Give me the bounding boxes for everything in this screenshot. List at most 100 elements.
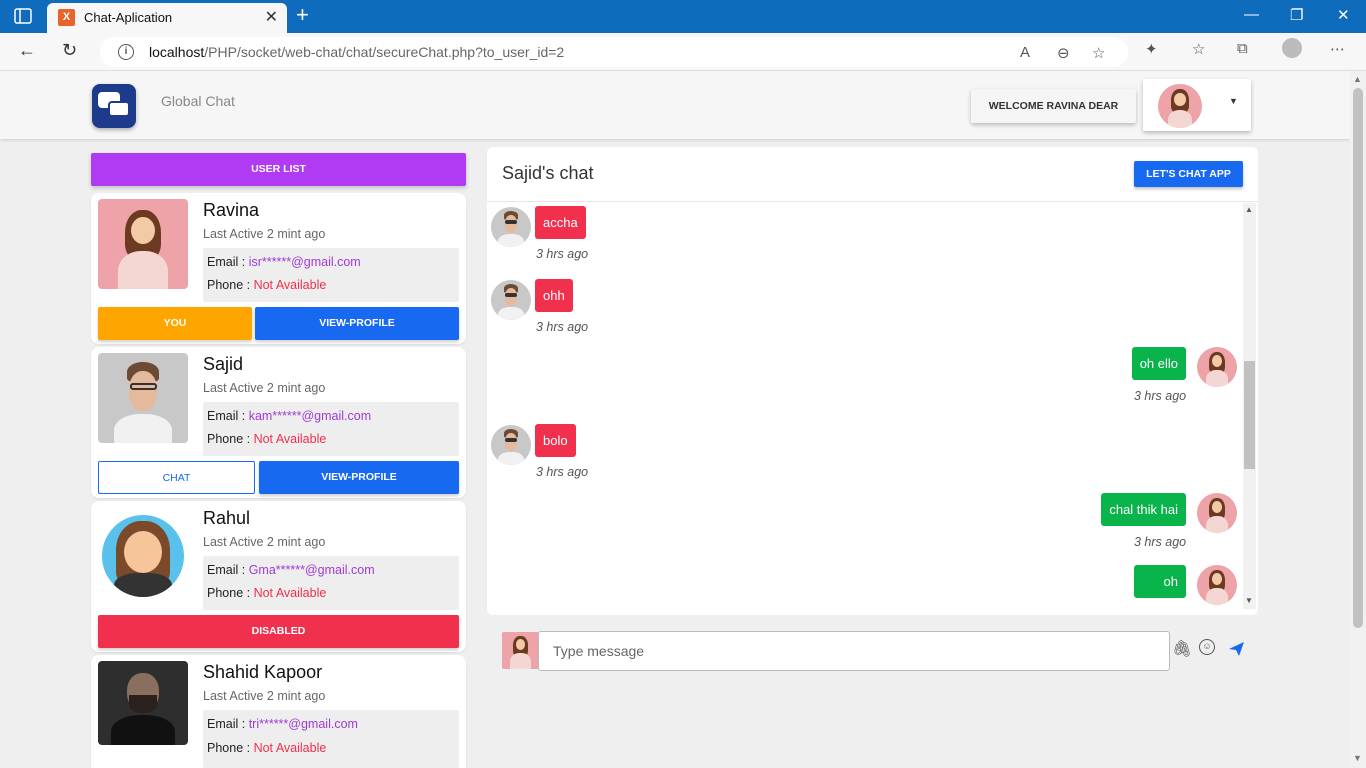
user-info-box: Email : kam******@gmail.com Phone : Not …	[203, 402, 459, 456]
user-card: Rahul Last Active 2 mint ago Email : Gma…	[91, 501, 466, 652]
user-card: Shahid Kapoor Last Active 2 mint ago Ema…	[91, 655, 466, 768]
message-time: 3 hrs ago	[536, 247, 589, 261]
avatar	[491, 280, 531, 320]
message-bubble: accha	[535, 206, 586, 239]
refresh-icon[interactable]: ↻	[62, 40, 77, 61]
view-profile-button[interactable]: VIEW-PROFILE	[255, 307, 459, 340]
scroll-down-icon[interactable]: ▼	[1245, 596, 1253, 605]
user-email: tri******@gmail.com	[248, 717, 358, 731]
chat-scrollbar[interactable]: ▲ ▼	[1243, 203, 1256, 609]
favorite-add-icon[interactable]: ☆	[1092, 44, 1105, 62]
xampp-icon: X	[58, 9, 75, 26]
message-time: 3 hrs ago	[1134, 535, 1187, 549]
email-label: Email :	[207, 563, 249, 577]
address-bar: ← ↻ i localhost/PHP/socket/web-chat/chat…	[0, 33, 1366, 71]
view-profile-button[interactable]: VIEW-PROFILE	[259, 461, 459, 494]
scroll-up-icon[interactable]: ▲	[1353, 74, 1362, 84]
browser-tabbar: X Chat-Aplication ✕ + — ❐ ✕	[0, 0, 1366, 33]
avatar	[1197, 347, 1237, 387]
user-info-box: Email : isr******@gmail.com Phone : Not …	[203, 248, 459, 302]
url-text[interactable]: localhost/PHP/socket/web-chat/chat/secur…	[149, 44, 564, 60]
lets-chat-app-button[interactable]: LET'S CHAT APP	[1134, 161, 1243, 187]
web-page: Global Chat WELCOME RAVINA DEAR ▼ USER L…	[0, 71, 1350, 768]
email-label: Email :	[207, 717, 249, 731]
message-list[interactable]: accha 3 hrs ago ohh 3 hrs ago oh ello 3 …	[487, 203, 1258, 615]
avatar	[1158, 84, 1202, 128]
favorites-icon[interactable]: ☆	[1192, 40, 1205, 58]
user-list-button[interactable]: USER LIST	[91, 153, 466, 186]
last-active: Last Active 2 mint ago	[203, 689, 326, 703]
you-button[interactable]: YOU	[98, 307, 252, 340]
profile-dropdown[interactable]: ▼	[1143, 79, 1251, 131]
message-input[interactable]	[538, 631, 1170, 671]
profile-icon[interactable]	[1282, 38, 1302, 58]
message-bubble: bolo	[535, 424, 576, 457]
chat-logo-icon[interactable]	[92, 84, 136, 128]
attach-icon[interactable]: 🖇	[1172, 639, 1192, 659]
message-time: 3 hrs ago	[1134, 389, 1187, 403]
phone-label: Phone :	[207, 432, 254, 446]
message-bubble: ohh	[535, 279, 573, 312]
back-icon[interactable]: ←	[18, 40, 36, 61]
collections-icon[interactable]: ⧉	[1237, 40, 1248, 57]
scrollbar-thumb[interactable]	[1244, 361, 1255, 469]
avatar	[502, 632, 539, 669]
avatar	[491, 207, 531, 247]
avatar	[1197, 493, 1237, 533]
chat-title: Sajid's chat	[502, 163, 594, 183]
send-icon[interactable]	[1228, 641, 1245, 657]
welcome-button[interactable]: WELCOME RAVINA DEAR	[971, 89, 1136, 123]
user-name: Ravina	[203, 200, 260, 220]
info-icon[interactable]: i	[118, 44, 134, 60]
user-phone: Not Available	[253, 586, 327, 600]
message-bubble: oh	[1134, 565, 1186, 598]
chat-header: Sajid's chat LET'S CHAT APP	[487, 147, 1258, 202]
browser-tab[interactable]: X Chat-Aplication ✕	[47, 3, 287, 33]
message-time: 3 hrs ago	[536, 465, 589, 479]
user-name: Rahul	[203, 508, 251, 528]
close-tab-icon[interactable]: ✕	[265, 7, 278, 27]
user-card: Sajid Last Active 2 mint ago Email : kam…	[91, 347, 466, 498]
message-time: 3 hrs ago	[536, 320, 589, 334]
scroll-up-icon[interactable]: ▲	[1245, 205, 1253, 214]
scrollbar-thumb[interactable]	[1353, 88, 1363, 628]
close-window-icon[interactable]: ✕	[1337, 6, 1350, 24]
user-info-box: Email : tri******@gmail.com Phone : Not …	[203, 710, 459, 768]
chat-panel: Sajid's chat LET'S CHAT APP accha 3 hrs …	[487, 147, 1258, 615]
emoji-icon[interactable]: ☺	[1199, 639, 1215, 655]
zoom-icon[interactable]: ⊖	[1057, 44, 1070, 62]
page-scrollbar[interactable]: ▲ ▼	[1350, 71, 1366, 768]
avatar	[491, 425, 531, 465]
new-tab-icon[interactable]: +	[296, 2, 309, 28]
disabled-button[interactable]: DISABLED	[98, 615, 459, 648]
email-label: Email :	[207, 255, 249, 269]
chat-button[interactable]: CHAT	[98, 461, 255, 494]
phone-label: Phone :	[207, 586, 254, 600]
read-aloud-icon[interactable]: A	[1020, 44, 1030, 61]
user-photo	[98, 507, 188, 597]
user-email: isr******@gmail.com	[248, 255, 361, 269]
last-active: Last Active 2 mint ago	[203, 535, 326, 549]
message-bubble: oh ello	[1131, 347, 1186, 380]
user-name: Sajid	[203, 354, 244, 374]
user-info-box: Email : Gma******@gmail.com Phone : Not …	[203, 556, 459, 610]
user-name: Shahid Kapoor	[203, 662, 323, 682]
extensions-icon[interactable]: ✦	[1145, 40, 1158, 58]
tab-actions-icon[interactable]	[14, 8, 32, 24]
last-active: Last Active 2 mint ago	[203, 381, 326, 395]
url-field[interactable]: i localhost/PHP/socket/web-chat/chat/sec…	[100, 37, 1128, 67]
more-icon[interactable]: ⋯	[1330, 40, 1345, 58]
phone-label: Phone :	[207, 741, 254, 755]
tab-title: Chat-Aplication	[84, 10, 173, 25]
last-active: Last Active 2 mint ago	[203, 227, 326, 241]
restore-icon[interactable]: ❐	[1290, 6, 1303, 24]
scroll-down-icon[interactable]: ▼	[1353, 753, 1362, 763]
brand-title[interactable]: Global Chat	[161, 93, 235, 109]
user-card: Ravina Last Active 2 mint ago Email : is…	[91, 193, 466, 344]
minimize-icon[interactable]: —	[1244, 6, 1259, 23]
user-photo	[98, 353, 188, 443]
user-photo	[98, 199, 188, 289]
user-phone: Not Available	[253, 432, 327, 446]
user-email: kam******@gmail.com	[248, 409, 372, 423]
user-photo	[98, 661, 188, 745]
